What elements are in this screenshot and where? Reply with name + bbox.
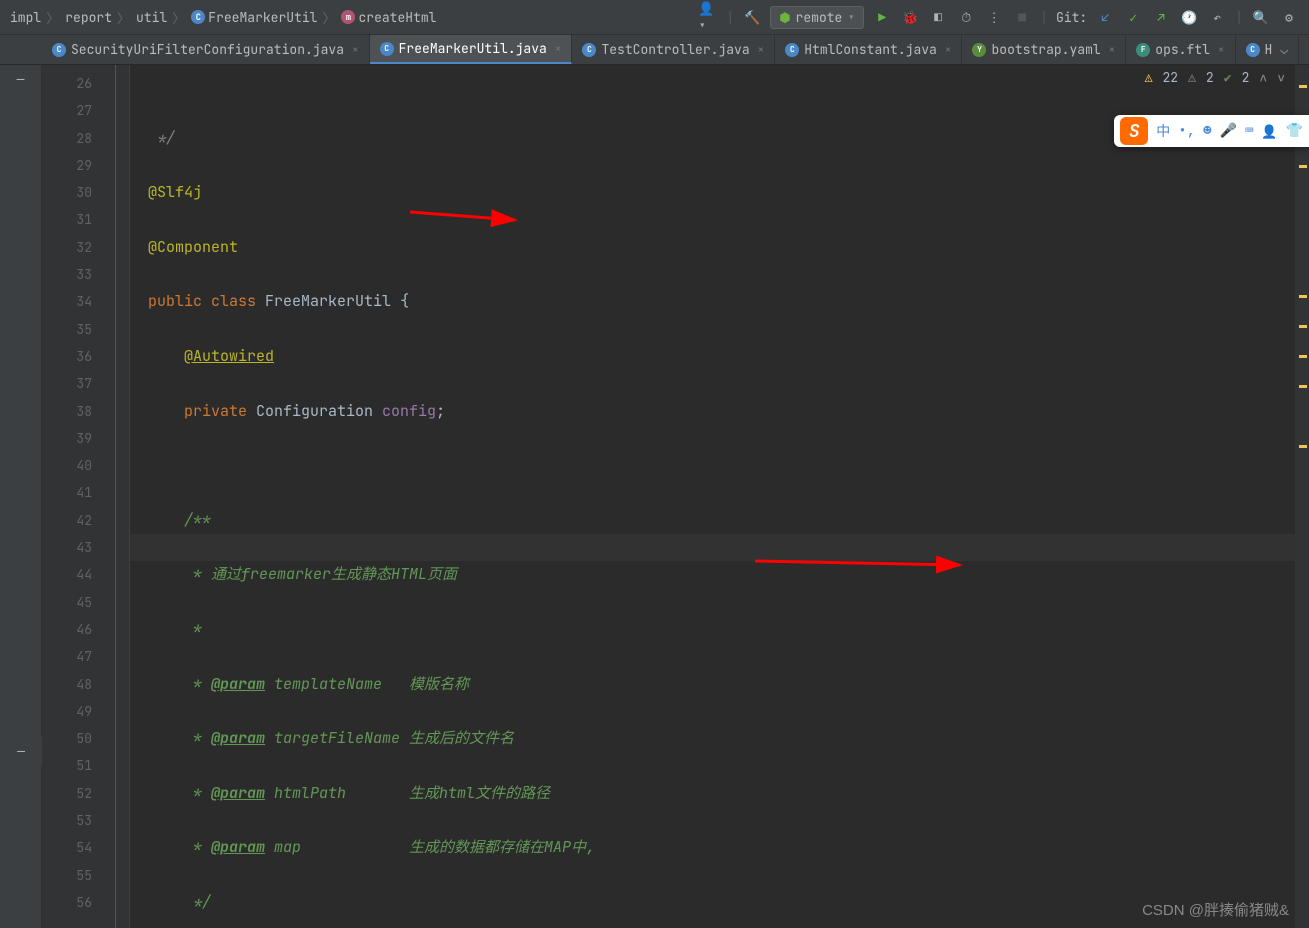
toolbar-actions: 👤▾ | 🔨 ⬢ remote ▾ ▶ 🐞 ◧ ⏱ ⋮ ■ | Git: ↙ ✓… (698, 6, 1299, 29)
yaml-file-icon: Y (972, 43, 986, 57)
ime-toolbar[interactable]: S 中 •, ☻ 🎤 ⌨ 👤 👕 (1114, 115, 1309, 147)
breadcrumb: impl〉 report〉 util〉 CFreeMarkerUtil〉 mcr… (10, 8, 694, 27)
main-toolbar: impl〉 report〉 util〉 CFreeMarkerUtil〉 mcr… (0, 0, 1309, 35)
close-icon[interactable]: × (555, 42, 562, 56)
crumb-report[interactable]: report〉 (65, 8, 132, 27)
java-file-icon: C (380, 42, 394, 56)
editor-tabs: CSecurityUriFilterConfiguration.java× CF… (0, 35, 1309, 65)
tab-freemarker[interactable]: CFreeMarkerUtil.java× (370, 35, 573, 64)
ftl-file-icon: F (1136, 43, 1150, 57)
editor-area: — — 262728293031323334353637383940414243… (0, 65, 1309, 928)
run-config-selector[interactable]: ⬢ remote ▾ (770, 6, 864, 29)
method-icon: m (341, 10, 355, 24)
search-icon[interactable]: 🔍 (1251, 7, 1271, 27)
git-push-icon[interactable]: ↗ (1151, 7, 1171, 27)
weak-warning-count: 2 (1206, 69, 1214, 86)
tool-window-bar: — (0, 65, 42, 928)
line-number-gutter: 2627282930313233343536373839404142434445… (42, 65, 102, 928)
warning-icon: ⚠ (1145, 69, 1153, 86)
sogou-logo-icon: S (1120, 117, 1148, 145)
typo-count: 2 (1242, 69, 1250, 86)
ime-skin-icon[interactable]: 👕 (1286, 122, 1303, 140)
chevron-up-icon[interactable]: ∧ (1259, 69, 1267, 86)
java-file-icon: C (52, 43, 66, 57)
run-icon[interactable]: ▶ (872, 7, 892, 27)
typo-icon: ✔ (1224, 69, 1232, 86)
user-icon[interactable]: 👤▾ (698, 7, 718, 27)
git-revert-icon[interactable]: ↶ (1207, 7, 1227, 27)
watermark: CSDN @胖揍偷猪贼& (1142, 899, 1289, 920)
java-file-icon: C (1246, 43, 1260, 57)
error-stripe[interactable] (1295, 65, 1309, 928)
tab-bootstrap[interactable]: Ybootstrap.yaml× (962, 35, 1126, 64)
git-update-icon[interactable]: ↙ (1095, 7, 1115, 27)
tab-security[interactable]: CSecurityUriFilterConfiguration.java× (42, 35, 370, 64)
tab-h[interactable]: CH⌄ (1236, 35, 1300, 64)
ime-lang[interactable]: 中 (1156, 121, 1170, 141)
chevron-down-icon[interactable]: ∨ (1277, 69, 1285, 86)
ime-user-icon[interactable]: 👤 (1261, 123, 1277, 140)
ime-punct-icon[interactable]: •, (1178, 122, 1195, 140)
spring-icon: ⬢ (779, 9, 790, 26)
minimize-icon[interactable]: — (0, 737, 42, 765)
tab-testcontroller[interactable]: CTestController.java× (572, 35, 775, 64)
annotation-arrow (755, 551, 975, 576)
close-icon[interactable]: × (945, 43, 952, 57)
debug-icon[interactable]: 🐞 (900, 7, 920, 27)
warning-count: 22 (1163, 69, 1179, 86)
settings-icon[interactable]: ⚙ (1279, 7, 1299, 27)
java-file-icon: C (785, 43, 799, 57)
close-icon[interactable]: × (352, 43, 359, 57)
ime-keyboard-icon[interactable]: ⌨ (1245, 122, 1253, 140)
fold-gutter[interactable]: 💡 (102, 65, 130, 928)
close-icon[interactable]: × (1218, 43, 1225, 57)
class-icon: C (191, 10, 205, 24)
code-editor[interactable]: */ @Slf4j @Component public class FreeMa… (130, 65, 1295, 928)
git-label: Git: (1056, 9, 1087, 26)
git-history-icon[interactable]: 🕐 (1179, 7, 1199, 27)
stop-icon[interactable]: ■ (1012, 7, 1032, 27)
annotation-arrow (410, 200, 530, 230)
close-icon[interactable]: × (758, 43, 765, 57)
problems-summary[interactable]: ⚠ 22 ⚠ 2 ✔ 2 ∧ ∨ (1141, 65, 1289, 90)
ime-voice-icon[interactable]: 🎤 (1220, 122, 1237, 140)
more-icon[interactable]: ⋮ (984, 7, 1004, 27)
crumb-util[interactable]: util〉 (136, 8, 187, 27)
coverage-icon[interactable]: ◧ (928, 7, 948, 27)
git-commit-icon[interactable]: ✓ (1123, 7, 1143, 27)
tab-ops[interactable]: Fops.ftl× (1126, 35, 1235, 64)
crumb-class[interactable]: CFreeMarkerUtil〉 (191, 8, 337, 27)
ime-emoji-icon[interactable]: ☻ (1203, 122, 1211, 140)
java-file-icon: C (582, 43, 596, 57)
close-icon[interactable]: × (1109, 43, 1116, 57)
build-icon[interactable]: 🔨 (742, 7, 762, 27)
crumb-impl[interactable]: impl〉 (10, 8, 61, 27)
crumb-method[interactable]: mcreateHtml (341, 9, 436, 26)
weak-warning-icon: ⚠ (1188, 69, 1196, 86)
profile-icon[interactable]: ⏱ (956, 7, 976, 27)
tab-htmlconstant[interactable]: CHtmlConstant.java× (775, 35, 962, 64)
collapse-icon[interactable]: — (0, 65, 41, 93)
